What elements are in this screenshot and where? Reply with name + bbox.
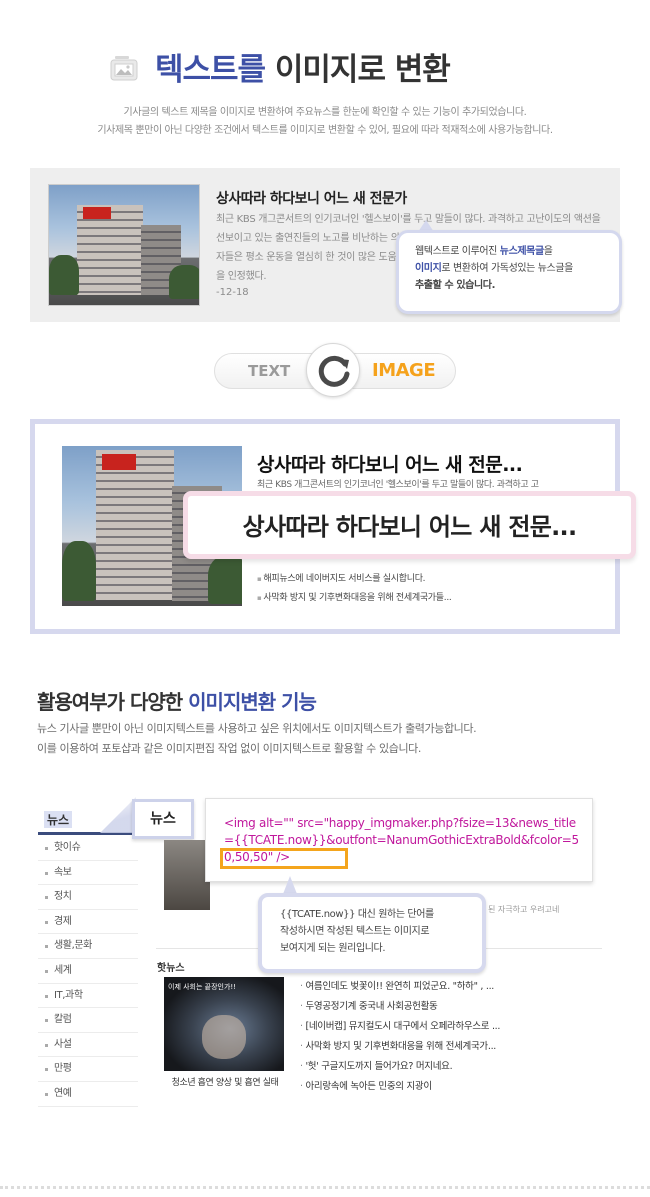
hotnews-photo-caption: 이제 사회는 끝장인가!! — [168, 983, 237, 991]
tooltip-text: 보여지게 되는 원리입니다. — [280, 943, 386, 954]
sidebar-item[interactable]: 연예 — [38, 1082, 138, 1107]
description-line: 이를 이용하여 포토샵과 같은 이미지편집 작업 없이 이미지텍스트로 활용할 … — [37, 742, 421, 755]
section-title-highlight: 이미지변환 기능 — [188, 690, 317, 714]
hotnews-photo-title[interactable]: 청소년 흡연 양상 및 흡연 실태 — [164, 1075, 286, 1088]
tooltip-highlight: 뉴스제목글 — [499, 246, 544, 257]
list-item[interactable]: '헛' 구글지도까지 들어가요? 머지네요. — [300, 1057, 500, 1077]
tooltip-text: 추출할 수 있습니다. — [415, 280, 495, 291]
sidebar-item[interactable]: 정치 — [38, 885, 138, 910]
description-line: 뉴스 기사글 뿐만이 아닌 이미지텍스트를 사용하고 싶은 위치에서도 이미지텍… — [37, 722, 477, 735]
article-photo — [48, 184, 200, 306]
image-title-banner-text: 상사따라 하다보니 어느 새 전문... — [242, 513, 578, 541]
sidebar-item[interactable]: 칼럼 — [38, 1008, 138, 1033]
demo-photo — [164, 840, 210, 910]
sidebar-menu: 핫이슈 속보 정치 경제 생활,문화 세계 IT,과학 칼럼 사설 만평 연예 — [38, 836, 138, 1107]
list-item[interactable]: 여름인데도 벚꽃이!! 완연히 피었군요. "하하" , ... — [300, 977, 500, 997]
info-tooltip: 웹텍스트로 이루어진 뉴스제목글을 이미지로 변환하여 가독성있는 뉴스글을 추… — [396, 230, 622, 314]
tooltip-text: 웹텍스트로 이루어진 — [415, 246, 500, 257]
code-tooltip: {{TCATE.now}} 대신 원하는 단어를 작성하시면 작성된 텍스트는 … — [258, 893, 486, 973]
sidebar-item[interactable]: 핫이슈 — [38, 836, 138, 861]
article-title-image: 상사따라 하다보니 어느 새 전문... — [257, 454, 523, 476]
article-date: -12-18 — [216, 287, 249, 298]
description-line: 기사글의 텍스트 제목을 이미지로 변환하여 주요뉴스를 한눈에 확인할 수 있… — [123, 107, 527, 118]
tooltip-highlight: 이미지 — [415, 263, 442, 274]
sidebar-item[interactable]: 속보 — [38, 861, 138, 886]
title-highlight: 텍스트를 — [155, 52, 266, 88]
conversion-to-label: IMAGE — [372, 360, 436, 381]
tooltip-text: 로 변환하여 가독성있는 뉴스글을 — [441, 263, 573, 274]
hotnews-list: 여름인데도 벚꽃이!! 완연히 피었군요. "하하" , ... 두영공정기계 … — [300, 977, 500, 1097]
list-item[interactable]: 아리랑속에 녹아든 민중의 지광이 — [300, 1077, 500, 1097]
callout-connector — [100, 797, 136, 833]
sidebar-item[interactable]: 생활,문화 — [38, 934, 138, 959]
article-title: 상사따라 하다보니 어느 새 전문가 — [216, 191, 407, 207]
list-item[interactable]: 사막화 방지 및 기후변화대응을 위해 전세계국가들... — [257, 589, 451, 608]
tooltip-arrow — [283, 876, 297, 894]
section-description: 뉴스 기사글 뿐만이 아닌 이미지텍스트를 사용하고 싶은 위치에서도 이미지텍… — [37, 719, 477, 759]
sidebar-item[interactable]: 사설 — [38, 1033, 138, 1058]
hotnews-label: 핫뉴스 — [157, 963, 185, 974]
section-title: 활용여부가 다양한 이미지변환 기능 — [37, 686, 317, 715]
description-line: 기사제목 뿐만이 아닌 다양한 조건에서 텍스트를 이미지로 변환할 수 있어,… — [97, 125, 553, 136]
section-title-text: 활용여부가 다양한 — [37, 690, 189, 714]
bottom-divider — [0, 1186, 650, 1189]
sidebar-item[interactable]: 경제 — [38, 910, 138, 935]
article-list: 해피뉴스에 네이버지도 서비스를 실시합니다. 사막화 방지 및 기후변화대응을… — [257, 570, 451, 608]
list-item[interactable]: 사막화 방지 및 기후변화대응을 위해 전세계국가... — [300, 1037, 500, 1057]
sidebar-title: 뉴스 — [44, 811, 73, 828]
tooltip-text: 을 — [543, 246, 553, 257]
news-tag-callout: 뉴스 — [132, 799, 194, 839]
tooltip-text: 작성하시면 작성된 텍스트는 이미지로 — [280, 926, 430, 937]
sidebar-item[interactable]: 세계 — [38, 959, 138, 984]
page-description: 기사글의 텍스트 제목을 이미지로 변환하여 주요뉴스를 한눈에 확인할 수 있… — [0, 104, 650, 140]
list-item[interactable]: [네이버캡] 뮤지컬도시 대구에서 오페라하우스로 ... — [300, 1017, 500, 1037]
sidebar-item[interactable]: 만평 — [38, 1057, 138, 1082]
tooltip-text: {{TCATE.now}} 대신 원하는 단어를 — [280, 909, 434, 920]
code-variable-highlight — [220, 848, 348, 869]
page-title: 텍스트를 이미지로 변환 — [155, 44, 451, 89]
sidebar-item[interactable]: IT,과학 — [38, 984, 138, 1009]
demo-body-text: 된 자극하고 우려고네 — [488, 905, 560, 914]
list-item[interactable]: 두영공정기계 중국내 사회공헌활동 — [300, 997, 500, 1017]
conversion-from-label: TEXT — [248, 362, 291, 380]
title-rest: 이미지로 변환 — [274, 52, 451, 88]
list-item[interactable]: 해피뉴스에 네이버지도 서비스를 실시합니다. — [257, 570, 451, 589]
picture-icon — [108, 52, 140, 84]
refresh-arrow-icon — [306, 343, 360, 397]
article-body: 최근 KBS 개그콘서트의 인기코너인 '헬스보이'를 두고 말들이 많다. 과… — [257, 480, 539, 490]
